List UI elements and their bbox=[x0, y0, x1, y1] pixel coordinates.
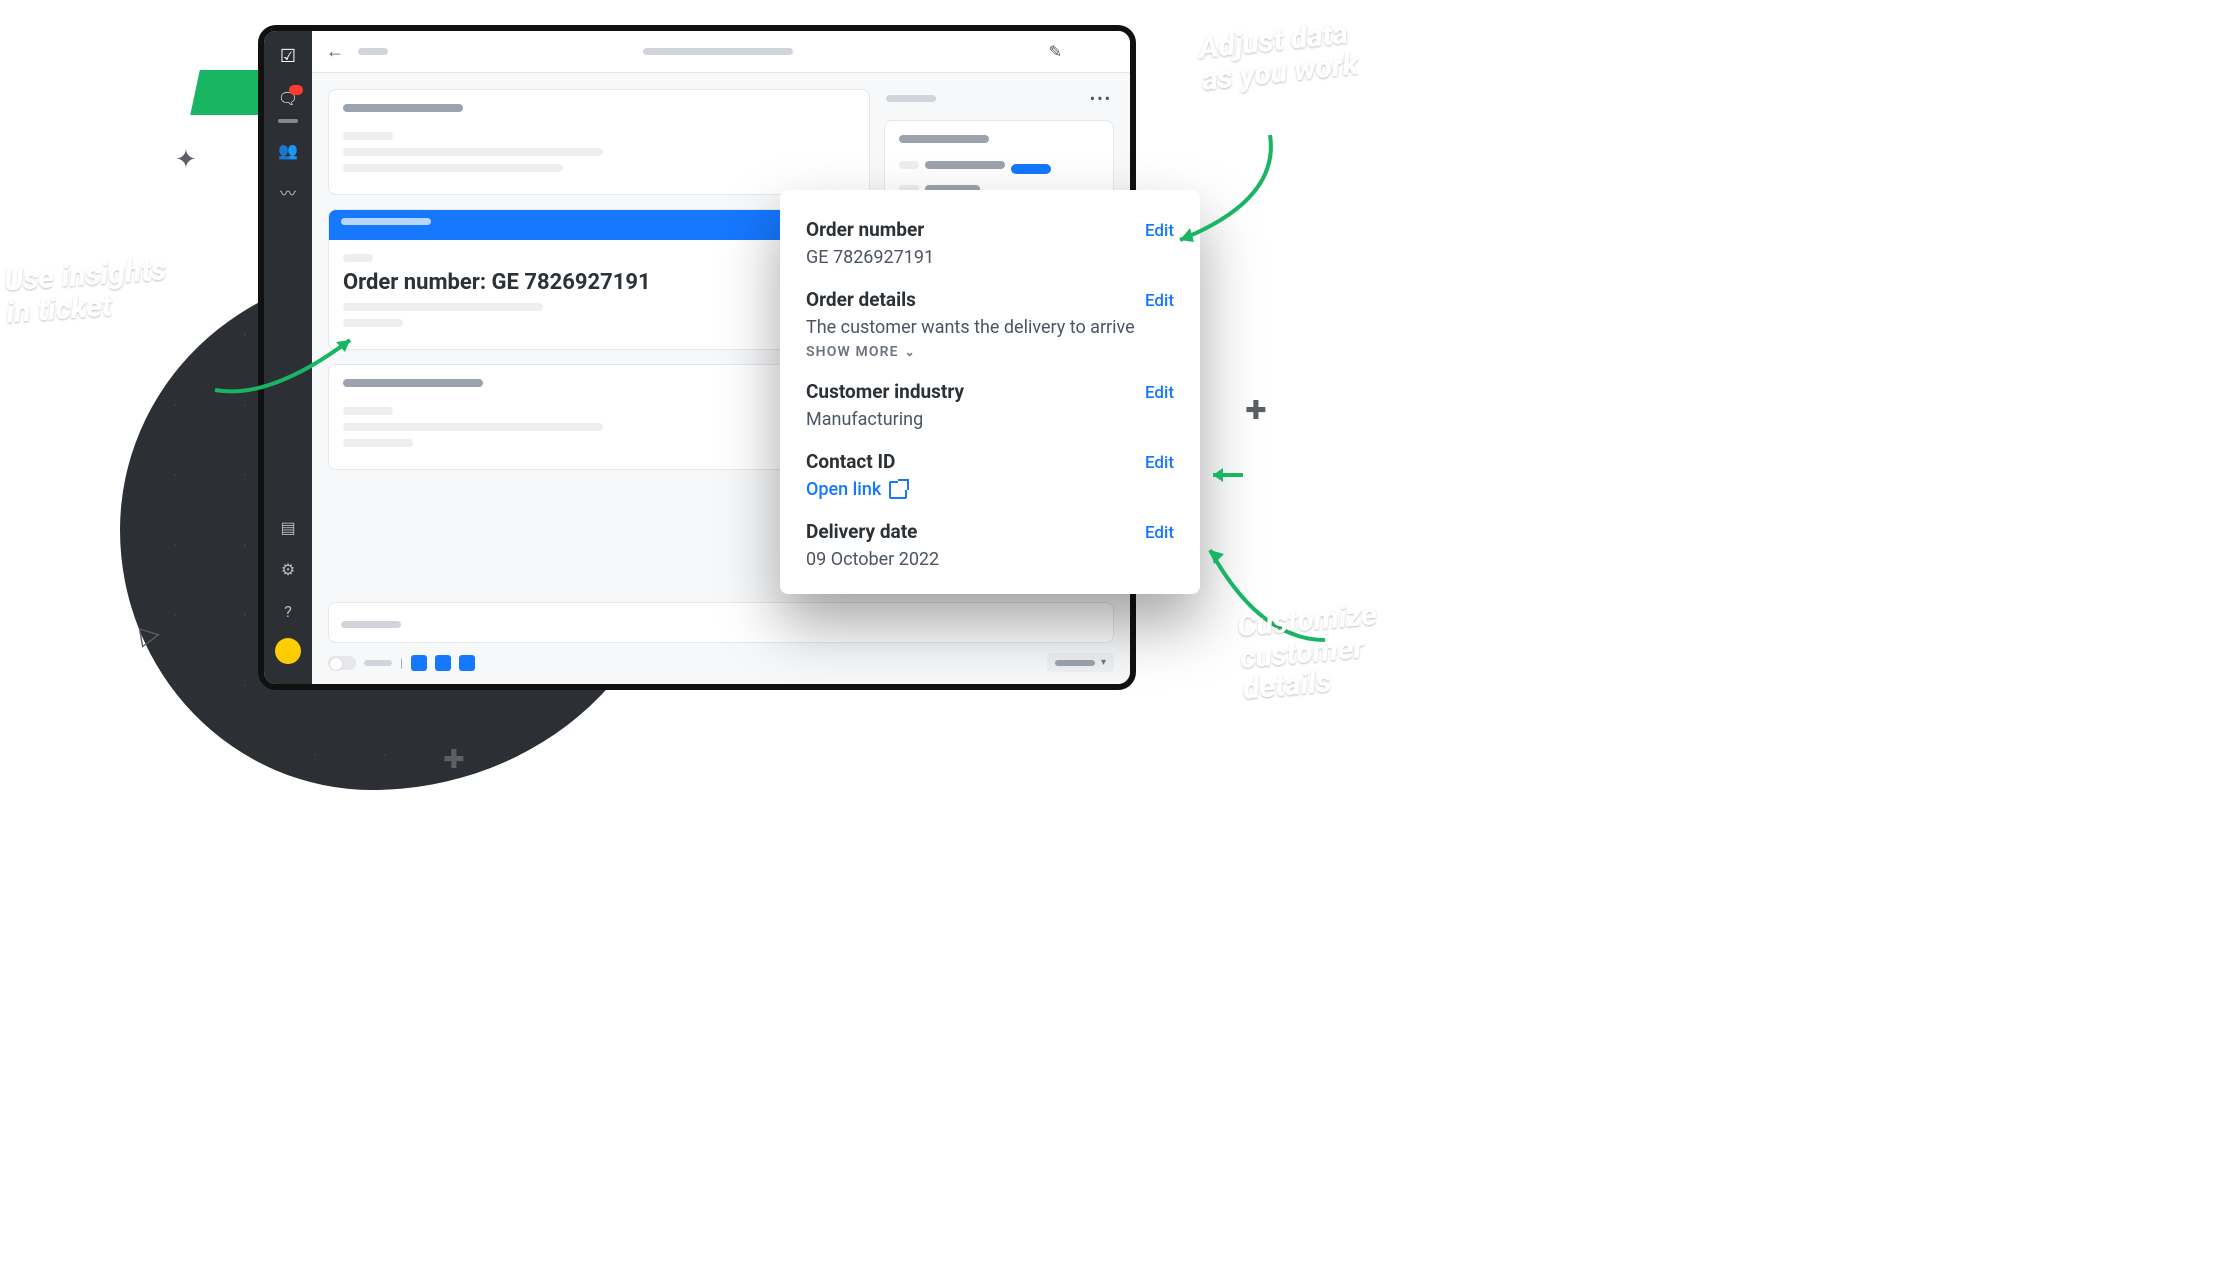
field-label-contact-id: Contact ID bbox=[806, 450, 895, 473]
edit-icon[interactable]: ✎ bbox=[1049, 42, 1062, 61]
composer-send-dropdown[interactable]: ▾ bbox=[1047, 653, 1114, 672]
nav-analytics-icon[interactable]: 〰 bbox=[273, 177, 303, 207]
arrow-left bbox=[210, 330, 360, 400]
app-logo-icon[interactable]: ☑ bbox=[273, 41, 303, 71]
composer-input[interactable] bbox=[328, 602, 1114, 643]
field-label-order-number: Order number bbox=[806, 218, 924, 241]
composer-chip[interactable] bbox=[411, 655, 427, 671]
nav-settings-icon[interactable]: ⚙ bbox=[273, 554, 303, 584]
details-panel: Order number Edit GE 7826927191 Order de… bbox=[780, 190, 1200, 594]
field-value-order-details: The customer wants the delivery to arriv… bbox=[806, 317, 1174, 338]
right-title-placeholder bbox=[886, 95, 936, 102]
field-value-delivery-date: 09 October 2022 bbox=[806, 549, 1174, 570]
external-link-icon bbox=[889, 481, 907, 499]
edit-contact-id[interactable]: Edit bbox=[1145, 453, 1174, 473]
title-placeholder bbox=[643, 48, 793, 55]
field-value-customer-industry: Manufacturing bbox=[806, 409, 1174, 430]
nav-contacts-icon[interactable]: 👥 bbox=[273, 135, 303, 165]
nav-library-icon[interactable]: ▤ bbox=[273, 512, 303, 542]
composer-toggle-label bbox=[364, 660, 392, 666]
avatar[interactable] bbox=[275, 638, 301, 664]
annotation-top-right: Adjust data as you work bbox=[1197, 17, 1360, 96]
nav-label-placeholder bbox=[278, 119, 298, 123]
field-label-delivery-date: Delivery date bbox=[806, 520, 917, 543]
message-card bbox=[328, 89, 870, 195]
annotation-bottom-right: Customize customer details bbox=[1236, 599, 1383, 705]
composer-toggle[interactable] bbox=[328, 656, 356, 670]
edit-delivery-date[interactable]: Edit bbox=[1145, 523, 1174, 543]
top-bar: ← ✎ bbox=[312, 31, 1130, 73]
show-more-button[interactable]: SHOW MORE ⌄ bbox=[806, 344, 1174, 360]
field-label-order-details: Order details bbox=[806, 288, 916, 311]
field-label-customer-industry: Customer industry bbox=[806, 380, 964, 403]
nav-help-icon[interactable]: ? bbox=[273, 596, 303, 626]
composer-chip[interactable] bbox=[459, 655, 475, 671]
chevron-down-icon: ⌄ bbox=[905, 345, 916, 359]
more-icon[interactable]: ••• bbox=[1090, 89, 1112, 108]
decorative-plus-icon: ✚ bbox=[1245, 396, 1267, 426]
edit-customer-industry[interactable]: Edit bbox=[1145, 383, 1174, 403]
order-number-heading: Order number: GE 7826927191 bbox=[343, 270, 855, 295]
decorative-plus-icon: ✚ bbox=[443, 745, 465, 775]
breadcrumb-placeholder bbox=[358, 48, 388, 55]
composer-chip[interactable] bbox=[435, 655, 451, 671]
field-value-order-number: GE 7826927191 bbox=[806, 247, 1174, 268]
nav-inbox-icon[interactable]: 🗨 bbox=[273, 83, 303, 113]
edit-order-details[interactable]: Edit bbox=[1145, 291, 1174, 311]
back-icon[interactable]: ← bbox=[326, 41, 344, 62]
arrow-top-right bbox=[1160, 130, 1280, 250]
decorative-plus-icon: ✦ bbox=[175, 145, 197, 175]
arrow-mid-right bbox=[1205, 460, 1245, 490]
composer: | ▾ bbox=[328, 602, 1114, 672]
contact-id-open-link[interactable]: Open link bbox=[806, 479, 1174, 500]
annotation-left: Use insights in ticket bbox=[3, 254, 169, 328]
